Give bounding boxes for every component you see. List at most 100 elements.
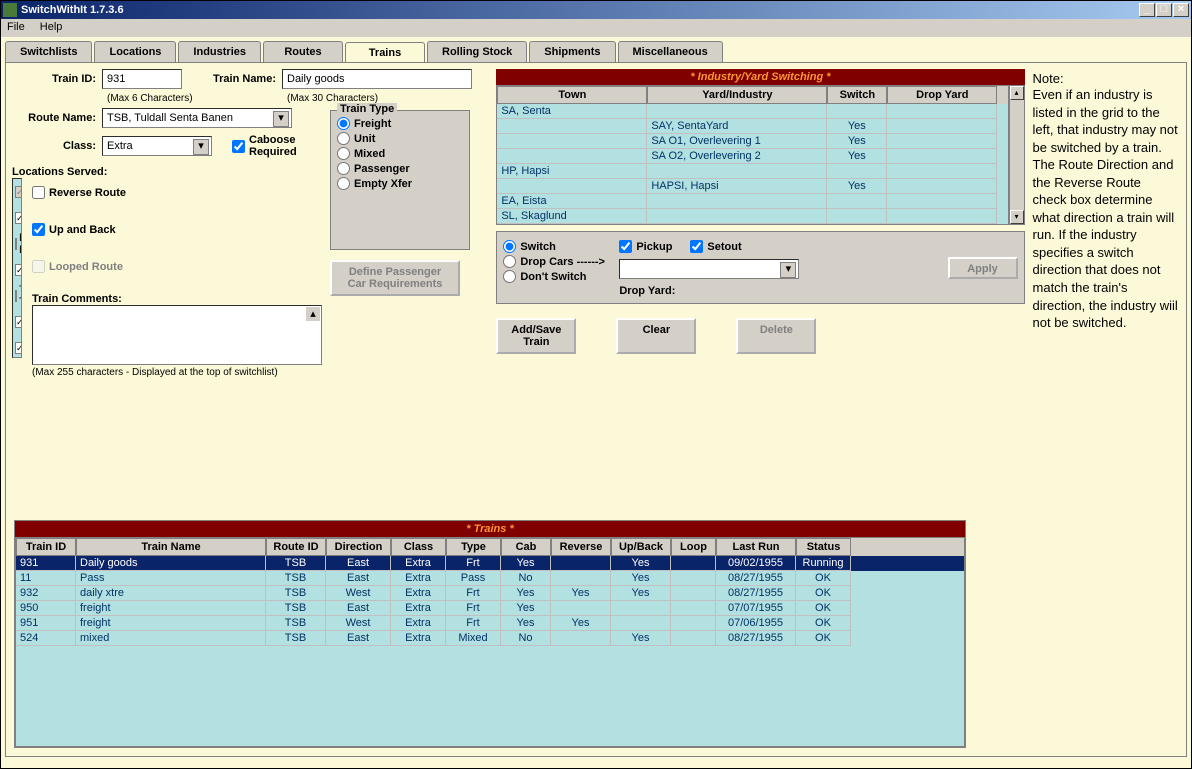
table-row[interactable]: SAY, SentaYardYes [497,119,1007,134]
switching-grid[interactable]: TownYard/IndustrySwitchDrop Yard SA, Sen… [496,85,1008,225]
route-name-label: Route Name: [12,112,102,124]
table-row[interactable]: 932daily xtreTSBWestExtraFrtYesYesYes08/… [16,586,964,601]
menu-help[interactable]: Help [40,21,63,33]
close-button[interactable]: × [1173,3,1189,17]
column-header[interactable]: Town [497,86,647,104]
setout-checkbox[interactable] [690,240,703,253]
caboose-checkbox[interactable] [232,140,245,153]
traintype-mixed[interactable]: Mixed [337,147,463,160]
traintype-unit[interactable]: Unit [337,132,463,145]
list-item[interactable]: ✓SA, Senta [13,179,21,205]
maximize-button[interactable]: □ [1156,3,1172,17]
tab-industries[interactable]: Industries [178,41,261,62]
traintype-freight[interactable]: Freight [337,117,463,130]
column-header[interactable]: Last Run [716,538,796,556]
define-passenger-button: Define Passenger Car Requirements [330,260,460,296]
switchopt-radio[interactable]: Drop Cars ------> [503,255,613,268]
tab-shipments[interactable]: Shipments [529,41,615,62]
tab-trains[interactable]: Trains [345,42,425,63]
table-row[interactable]: SA O1, Overlevering 1Yes [497,134,1007,149]
table-row[interactable]: 951freightTSBWestExtraFrtYesYes07/06/195… [16,616,964,631]
tab-strip: SwitchlistsLocationsIndustriesRoutesTrai… [5,41,1187,62]
column-header[interactable]: Type [446,538,501,556]
list-item[interactable]: ✓HP, Hapsi [13,205,21,231]
drop-cars-combo[interactable] [619,259,799,279]
class-combo[interactable]: Extra [102,136,212,156]
table-row[interactable]: 950freightTSBEastExtraFrtYes07/07/1955OK [16,601,964,616]
apply-button: Apply [948,257,1018,279]
note-panel: Note: Even if an industry is listed in t… [1031,69,1181,378]
train-id-input[interactable] [102,69,182,89]
table-row[interactable]: SL, Skaglund [497,209,1007,224]
caboose-label: Caboose Required [249,134,309,158]
column-header[interactable]: Cab [501,538,551,556]
column-header[interactable]: Train Name [76,538,266,556]
column-header[interactable]: Up/Back [611,538,671,556]
column-header[interactable]: Class [391,538,446,556]
list-item[interactable]: TS, Tulstad [13,283,21,309]
comments-textarea[interactable] [32,305,322,365]
reverse-label: Reverse Route [49,187,126,199]
tab-switchlists[interactable]: Switchlists [5,41,92,62]
traintype-empty-xfer[interactable]: Empty Xfer [337,177,463,190]
trains-grid[interactable]: Train IDTrain NameRoute IDDirectionClass… [15,537,965,747]
locations-label: Locations Served: [12,166,322,178]
column-header[interactable]: Train ID [16,538,76,556]
tab-routes[interactable]: Routes [263,41,343,62]
table-row[interactable]: HAPSI, HapsiYes [497,179,1007,194]
tab-miscellaneous[interactable]: Miscellaneous [618,41,723,62]
column-header[interactable]: Route ID [266,538,326,556]
switching-scrollbar[interactable]: ▴ ▾ [1009,85,1025,225]
route-name-combo[interactable]: TSB, Tuldall Senta Banen [102,108,292,128]
menu-file[interactable]: File [7,21,25,33]
switching-panel: * Industry/Yard Switching * TownYard/Ind… [496,69,1024,378]
table-row[interactable]: SA O2, Overlevering 2Yes [497,149,1007,164]
app-window: SwitchWithIt 1.7.3.6 _ □ × File Help Swi… [0,0,1192,769]
scroll-down-icon[interactable]: ▾ [1010,210,1024,224]
list-item[interactable]: ✓SL, Skaglund [13,257,21,283]
comments-label: Train Comments: [32,293,322,305]
add-save-button[interactable]: Add/Save Train [496,318,576,354]
tab-locations[interactable]: Locations [94,41,176,62]
column-header[interactable]: Loop [671,538,716,556]
table-row[interactable]: SA, Senta [497,104,1007,119]
table-row[interactable]: 11PassTSBEastExtraPassNoYes08/27/1955OK [16,571,964,586]
tab-panel-trains: Train ID: Train Name: (Max 6 Characters)… [5,62,1187,757]
column-header[interactable]: Switch [827,86,887,104]
table-row[interactable]: 524mixedTSBEastExtraMixedNoYes08/27/1955… [16,631,964,646]
tab-rolling-stock[interactable]: Rolling Stock [427,41,527,62]
list-item[interactable]: ✓TD, Tulldal [13,309,21,335]
trains-grid-panel: * Trains * Train IDTrain NameRoute IDDir… [14,520,966,748]
setout-label: Setout [707,241,741,253]
switchopt-radio[interactable]: Don't Switch [503,270,613,283]
table-row[interactable]: 931Daily goodsTSBEastExtraFrtYesYes09/02… [16,556,964,571]
note-body: Even if an industry is listed in the gri… [1033,86,1179,332]
train-name-input[interactable] [282,69,472,89]
menubar: File Help [1,19,1191,37]
column-header[interactable]: Drop Yard [887,86,997,104]
column-header[interactable]: Direction [326,538,391,556]
list-item[interactable]: EA, Eista [13,231,21,257]
train-name-label: Train Name: [182,73,282,85]
scroll-up-icon[interactable]: ▴ [1010,86,1024,100]
switchopt-radio[interactable]: Switch [503,240,613,253]
train-form: Train ID: Train Name: (Max 6 Characters)… [12,69,490,378]
list-item[interactable]: ✓TS, Tulstad [13,335,21,358]
switching-title: * Industry/Yard Switching * [496,69,1024,85]
traintype-passenger[interactable]: Passenger [337,162,463,175]
minimize-button[interactable]: _ [1139,3,1155,17]
table-row[interactable]: HP, Hapsi [497,164,1007,179]
table-row[interactable]: EA, Eista [497,194,1007,209]
locations-listbox[interactable]: ✓SA, Senta✓HP, HapsiEA, Eista✓SL, Skaglu… [12,178,22,358]
app-icon [3,3,17,17]
reverse-checkbox[interactable] [32,186,45,199]
upback-checkbox[interactable] [32,223,45,236]
switch-radio-group: Switch Drop Cars ------> Don't Switch [503,238,613,297]
train-id-hint: (Max 6 Characters) [107,93,197,104]
column-header[interactable]: Yard/Industry [647,86,827,104]
clear-button[interactable]: Clear [616,318,696,354]
column-header[interactable]: Status [796,538,851,556]
pickup-checkbox[interactable] [619,240,632,253]
column-header[interactable]: Reverse [551,538,611,556]
titlebar: SwitchWithIt 1.7.3.6 _ □ × [1,1,1191,19]
